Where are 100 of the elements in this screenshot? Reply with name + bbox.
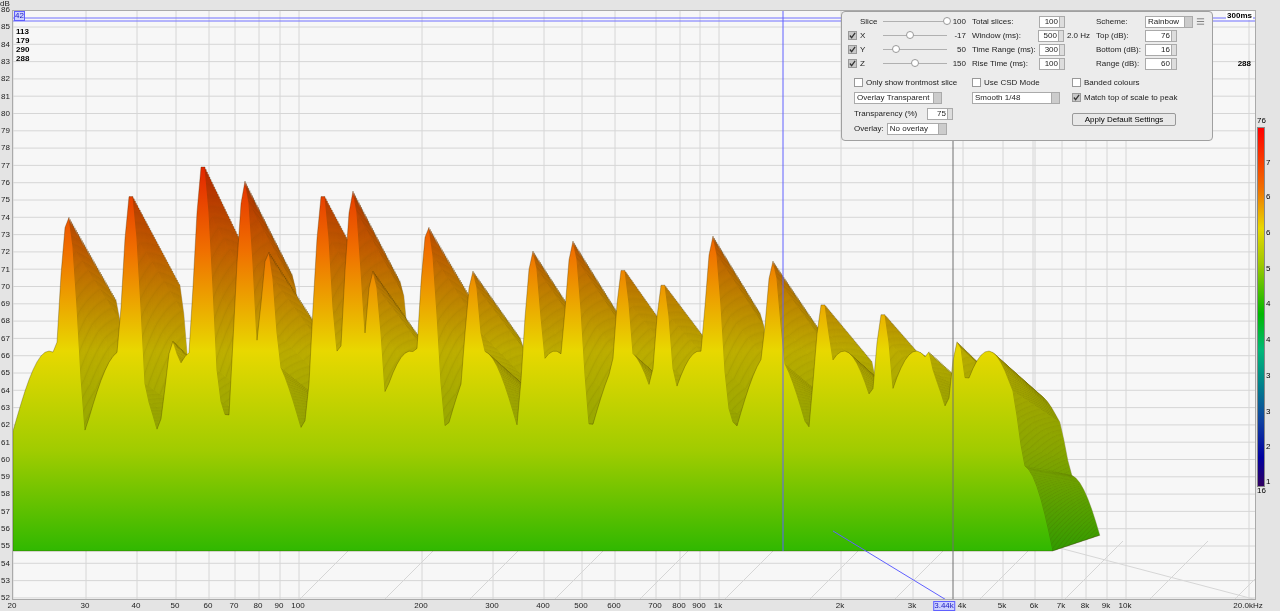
y-axis-label: 72 <box>1 248 10 257</box>
slider-value: 50 <box>956 45 966 54</box>
field-label: Time Range (ms): <box>972 45 1036 54</box>
spin-field[interactable]: 100 <box>1039 15 1065 28</box>
color-scale-label: 3 <box>1266 372 1271 380</box>
x-axis-label: 70 <box>229 602 239 610</box>
x-axis-label: 600 <box>607 602 621 610</box>
y-axis-label: 82 <box>1 75 10 84</box>
field-label: Rise Time (ms): <box>972 59 1029 68</box>
slider-thumb[interactable] <box>911 59 919 67</box>
y-axis-label: 74 <box>1 213 10 222</box>
x-axis-label: 200 <box>414 602 428 610</box>
spin-field[interactable]: 60 <box>1145 57 1177 70</box>
checkbox[interactable] <box>854 78 863 87</box>
color-scale-label: 4 <box>1266 300 1271 308</box>
checkbox[interactable] <box>1072 93 1081 102</box>
cursor-line[interactable] <box>782 11 784 552</box>
x-axis-label: 700 <box>648 602 662 610</box>
checkbox-label: Use CSD Mode <box>984 78 1040 87</box>
x-axis-label: 7k <box>1056 602 1066 610</box>
y-axis-label: 58 <box>1 490 10 499</box>
y-axis-label: 55 <box>1 542 10 551</box>
apply-defaults-button[interactable]: Apply Default Settings <box>1072 113 1176 126</box>
y-axis-label: 65 <box>1 369 10 378</box>
checkbox[interactable] <box>848 45 857 54</box>
y-axis-label: 54 <box>1 559 10 568</box>
checkbox[interactable] <box>848 31 857 40</box>
overlay-dropdown[interactable]: No overlay <box>886 122 947 135</box>
cursor-value-label: 3.44k <box>933 601 955 611</box>
checkbox[interactable] <box>1072 78 1081 87</box>
y-axis-label: 60 <box>1 455 10 464</box>
time-axis-label: 290 <box>16 45 30 54</box>
y-axis-label: 76 <box>1 179 10 187</box>
time-axis-label: 179 <box>16 36 30 45</box>
checkbox-label: Only show frontmost slice <box>866 78 958 87</box>
y-axis-label: 84 <box>1 40 10 49</box>
x-axis-label: 20 <box>7 602 17 610</box>
checkbox[interactable] <box>972 78 981 87</box>
smoothing-dropdown[interactable]: Smooth 1/48 <box>972 92 1060 104</box>
slider-thumb[interactable] <box>905 31 914 39</box>
y-axis-label: 85 <box>1 23 10 32</box>
x-axis-label: 90 <box>274 602 284 610</box>
y-axis-label: 83 <box>1 57 10 66</box>
slider-thumb[interactable] <box>943 17 951 25</box>
checkbox-label: Match top of scale to peak <box>1084 93 1178 102</box>
spin-field[interactable]: 500 <box>1038 29 1064 42</box>
x-axis-label: 30 <box>80 602 90 610</box>
y-axis-label: 73 <box>1 230 10 239</box>
color-scale-label: 1 <box>1266 478 1271 486</box>
slider-thumb[interactable] <box>891 45 900 53</box>
spin-field[interactable]: 100 <box>1039 57 1065 70</box>
y-axis-label: 75 <box>1 196 10 205</box>
x-axis-label: 400 <box>536 602 550 610</box>
spin-field[interactable]: 16 <box>1145 43 1177 56</box>
color-scale-label: 16 <box>1257 487 1266 495</box>
scheme-dropdown[interactable]: Rainbow <box>1145 15 1193 28</box>
x-axis-label: 40 <box>131 602 141 610</box>
x-axis-label: 900 <box>692 602 706 610</box>
field-label: Scheme: <box>1096 17 1129 26</box>
unit-label: 2.0 Hz <box>1066 31 1090 40</box>
scale-icon[interactable] <box>1196 17 1205 26</box>
x-axis-label: 3k <box>907 602 917 610</box>
checkbox[interactable] <box>848 59 857 68</box>
slider-label: Y <box>860 45 867 54</box>
color-scale-label: 6 <box>1266 229 1271 237</box>
y-axis-label: 63 <box>1 403 10 412</box>
x-axis-label: 300 <box>485 602 499 610</box>
field-label: Overlay: <box>854 124 884 133</box>
time-axis-label: 288 <box>1237 59 1251 68</box>
overlay-mode-dropdown[interactable]: Overlay Transparent <box>854 92 942 104</box>
x-axis-label: 4k <box>957 602 967 610</box>
spin-field[interactable]: 75 <box>927 107 953 120</box>
y-axis-label: 59 <box>1 473 10 482</box>
y-axis-label: 80 <box>1 109 10 118</box>
color-scale-label: 2 <box>1266 443 1271 451</box>
spin-field[interactable]: 76 <box>1145 29 1177 42</box>
slider-label: Slice <box>860 17 879 26</box>
field-label: Range (dB): <box>1096 59 1141 68</box>
x-axis-label: 1k <box>713 602 723 610</box>
x-axis-label: 9k <box>1101 602 1111 610</box>
color-scale-label: 5 <box>1266 265 1271 273</box>
x-axis-label: 6k <box>1029 602 1039 610</box>
axis-unit-label: dB <box>0 0 10 8</box>
field-label: Transparency (%) <box>854 109 919 118</box>
y-axis-label: 67 <box>1 334 10 343</box>
x-axis-label: 50 <box>170 602 180 610</box>
y-axis-label: 77 <box>1 161 10 170</box>
cursor-value-label: 42 <box>14 11 25 21</box>
color-scale-label: 76 <box>1257 117 1266 125</box>
field-label: Top (dB): <box>1096 31 1130 40</box>
y-axis-label: 62 <box>1 421 10 430</box>
y-axis-label: 56 <box>1 525 10 533</box>
x-axis-label: 10k <box>1118 602 1132 610</box>
time-axis-label: 300ms <box>1226 11 1253 20</box>
y-axis-label: 52 <box>1 594 10 603</box>
y-axis-label: 66 <box>1 352 10 360</box>
slider-value: 100 <box>951 17 966 26</box>
waterfall-plot[interactable] <box>12 10 1256 600</box>
spin-field[interactable]: 300 <box>1039 43 1065 56</box>
x-axis-label: 80 <box>253 602 263 610</box>
